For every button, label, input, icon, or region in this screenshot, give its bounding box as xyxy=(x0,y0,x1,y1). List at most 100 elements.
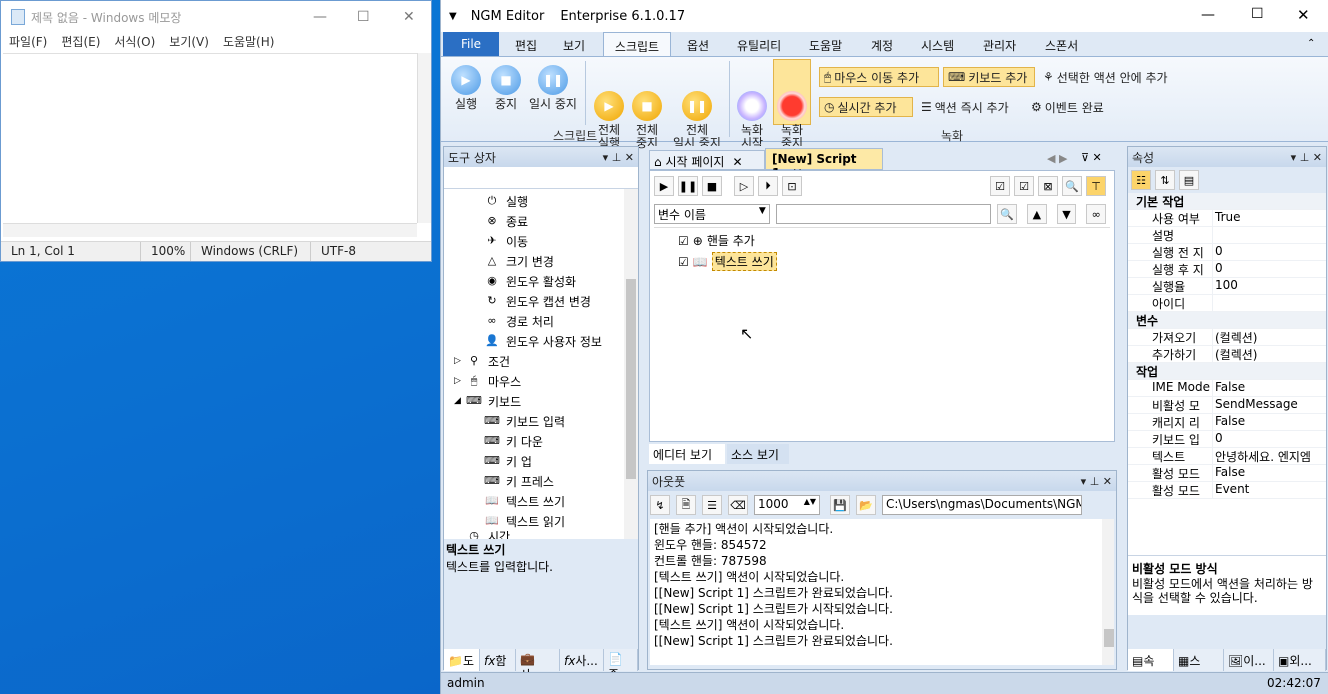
tab-view[interactable]: 보기 xyxy=(563,32,585,56)
property-pages-icon[interactable]: ▤ xyxy=(1179,170,1199,190)
scroll-thumb[interactable] xyxy=(626,279,636,479)
maximize-icon[interactable]: ☐ xyxy=(357,9,370,25)
tab-system[interactable]: 시스템 xyxy=(921,32,954,56)
close-icon[interactable]: ✕ xyxy=(403,9,415,25)
property-value[interactable]: False xyxy=(1212,465,1326,481)
tab-sponsor[interactable]: 스폰서 xyxy=(1045,32,1078,56)
property-row[interactable]: 비활성 모 SendMessage xyxy=(1128,397,1326,414)
tab-edit[interactable]: 편집 xyxy=(515,32,537,56)
tree-item-key-press[interactable]: ⌨ 키 프레스 xyxy=(444,471,638,491)
output-scrollbar[interactable] xyxy=(1102,519,1114,665)
tab-script[interactable]: 스크립트 xyxy=(603,32,671,56)
max-lines-stepper[interactable]: 1000 ▲▼ xyxy=(754,495,820,515)
property-category[interactable]: 변수 xyxy=(1128,312,1326,329)
realtime-add-button[interactable]: ◷ 실시간 추가 xyxy=(819,97,913,117)
property-value[interactable]: 0 xyxy=(1212,261,1326,277)
scroll-thumb[interactable] xyxy=(1104,629,1114,647)
tab-admin[interactable]: 관리자 xyxy=(983,32,1016,56)
node-text-write[interactable]: ☑ 📖 텍스트 쓰기 xyxy=(678,252,777,271)
record-stop-button[interactable]: 녹화 중지 xyxy=(773,59,811,150)
minimize-icon[interactable]: — xyxy=(313,9,327,25)
property-value[interactable] xyxy=(1212,227,1326,243)
vertical-scrollbar[interactable] xyxy=(417,53,431,223)
doc-gear-icon[interactable]: 🗎 xyxy=(676,495,696,515)
check-all-icon[interactable]: ☑ xyxy=(990,176,1010,196)
property-value[interactable]: False xyxy=(1212,380,1326,396)
property-row[interactable]: 실행 후 지 0 xyxy=(1128,261,1326,278)
pause-button[interactable]: ❚❚ 일시 중지 xyxy=(525,65,581,111)
down-icon[interactable]: ▼ xyxy=(1056,204,1077,224)
event-done-button[interactable]: ⚙ 이벤트 완료 xyxy=(1027,97,1119,117)
menu-view[interactable]: 보기(V) xyxy=(169,33,209,53)
keyboard-add-button[interactable]: ⌨ 키보드 추가 xyxy=(943,67,1035,87)
folder-icon[interactable]: 📂 xyxy=(856,495,876,515)
property-value[interactable]: False xyxy=(1212,414,1326,430)
tree-item-path[interactable]: ∞ 경로 처리 xyxy=(444,311,638,331)
property-value[interactable]: True xyxy=(1212,210,1326,226)
property-row[interactable]: IME Mode False xyxy=(1128,380,1326,397)
delete-icon[interactable]: ⊠ xyxy=(1038,176,1058,196)
zoom-icon[interactable]: 🔍 xyxy=(1062,176,1082,196)
property-row[interactable]: 실행율 100 xyxy=(1128,278,1326,295)
property-row[interactable]: 캐리지 리 False xyxy=(1128,414,1326,431)
step-into-icon[interactable]: ⏵ xyxy=(758,176,778,196)
property-value[interactable]: 안녕하세요. 엔지엠 xyxy=(1212,448,1326,464)
tab-user-func[interactable]: fx사... xyxy=(560,649,604,671)
tab-help[interactable]: 도움말 xyxy=(809,32,842,56)
panel-controls-icon[interactable]: ▾ ⊥ ✕ xyxy=(603,151,634,164)
categorized-icon[interactable]: ☷ xyxy=(1131,170,1151,190)
tree-item-resize[interactable]: △ 크기 변경 xyxy=(444,251,638,271)
tree-group-time[interactable]: ◷ 시간 xyxy=(444,531,638,539)
tab-properties[interactable]: ▤속 xyxy=(1128,649,1174,671)
tab-source-view[interactable]: 소스 보기 xyxy=(727,444,789,464)
property-row[interactable]: 텍스트 안녕하세요. 엔지엠 xyxy=(1128,448,1326,465)
save-icon[interactable]: 💾 xyxy=(830,495,850,515)
tab-nav-icon[interactable]: ◀ ▶ xyxy=(1047,152,1067,165)
stop-icon[interactable]: ■ xyxy=(702,176,722,196)
tree-item-key-down[interactable]: ⌨ 키 다운 xyxy=(444,431,638,451)
menu-format[interactable]: 서식(O) xyxy=(114,33,155,53)
tree-group-condition[interactable]: ▷ ⚲ 조건 xyxy=(444,351,638,371)
close-icon[interactable]: ✕ xyxy=(732,155,742,169)
tree-item-activate[interactable]: ◉ 윈도우 활성화 xyxy=(444,271,638,291)
menu-file[interactable]: 파일(F) xyxy=(9,33,47,53)
tab-options[interactable]: 옵션 xyxy=(687,32,709,56)
notepad-text-area[interactable] xyxy=(3,53,417,223)
tab-image[interactable]: 🖼이... xyxy=(1224,649,1274,671)
property-row[interactable]: 가져오기 (컬렉션) xyxy=(1128,329,1326,346)
property-row[interactable]: 사용 여부 True xyxy=(1128,210,1326,227)
up-icon[interactable]: ▲ xyxy=(1027,204,1047,224)
property-value[interactable]: 0 xyxy=(1212,244,1326,260)
toolbox-scrollbar[interactable] xyxy=(624,189,638,539)
expand-icon[interactable]: ▷ xyxy=(454,376,466,386)
property-row[interactable]: 설명 xyxy=(1128,227,1326,244)
property-value[interactable]: SendMessage xyxy=(1212,397,1326,413)
step-over-icon[interactable]: ⊡ xyxy=(782,176,802,196)
collapse-icon[interactable]: ◢ xyxy=(454,396,466,406)
panel-controls-icon[interactable]: ▾ ⊥ ✕ xyxy=(1081,475,1112,488)
stop-button[interactable]: ■ 중지 xyxy=(489,65,523,111)
var-search-input[interactable] xyxy=(775,204,992,224)
menu-edit[interactable]: 편집(E) xyxy=(61,33,100,53)
property-value[interactable]: (컬렉션) xyxy=(1212,329,1326,345)
property-value[interactable]: 0 xyxy=(1212,431,1326,447)
panel-controls-icon[interactable]: ▾ ⊥ ✕ xyxy=(1291,151,1322,164)
check-icon[interactable]: ☑ xyxy=(1014,176,1034,196)
run-button[interactable]: ▶ 실행 xyxy=(449,65,483,111)
tree-item-key-input[interactable]: ⌨ 키보드 입력 xyxy=(444,411,638,431)
search-icon[interactable]: 🔍 xyxy=(997,204,1018,224)
property-category[interactable]: 기본 작업 xyxy=(1128,193,1326,210)
checkbox-icon[interactable]: ☑ xyxy=(678,255,689,269)
horizontal-scrollbar[interactable] xyxy=(3,223,417,237)
expand-icon[interactable]: ▷ xyxy=(454,356,466,366)
property-row[interactable]: 추가하기 (컬렉션) xyxy=(1128,346,1326,363)
sort-az-icon[interactable]: ⇅ xyxy=(1155,170,1175,190)
tab-user[interactable]: 💼사... xyxy=(516,649,560,682)
tab-script-1[interactable]: [New] Script 1✕ xyxy=(765,148,883,180)
stop-all-button[interactable]: ■ 전체 중지 xyxy=(629,65,665,150)
record-start-button[interactable]: 녹화 시작 xyxy=(733,65,771,150)
play-icon[interactable]: ▶ xyxy=(654,176,674,196)
property-row[interactable]: 키보드 입 0 xyxy=(1128,431,1326,448)
close-icon[interactable]: ✕ xyxy=(1297,6,1310,24)
tab-utility[interactable]: 유틸리티 xyxy=(737,32,781,56)
